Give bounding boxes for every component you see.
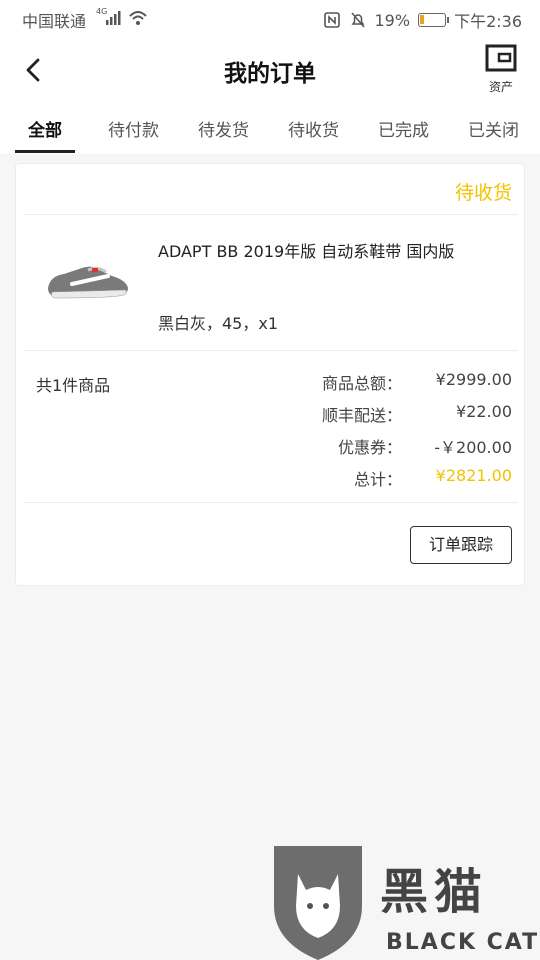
summary-row-total: 总计： ¥2821.00 — [272, 466, 512, 490]
mute-bell-icon — [350, 12, 365, 28]
page-title: 我的订单 — [224, 61, 316, 87]
total-value: ¥2821.00 — [435, 466, 512, 485]
summary-label: 商品总额： — [321, 374, 402, 393]
summary-value: ¥2999.00 — [435, 370, 512, 389]
divider — [24, 214, 518, 215]
tab-pending-receipt[interactable]: 待收货 — [288, 116, 339, 141]
signal-wifi-icon: 4G — [96, 7, 147, 25]
summary-row-shipping: 顺丰配送： ¥22.00 — [272, 402, 512, 426]
product-spec: 黑白灰，45，x1 — [158, 314, 279, 333]
black-cat-logo-icon — [274, 846, 362, 960]
summary-label: 顺丰配送： — [321, 406, 402, 425]
watermark-cn: 黑猫 — [380, 864, 489, 920]
summary-label: 优惠券： — [337, 438, 402, 457]
nfc-icon — [323, 12, 340, 28]
tab-all[interactable]: 全部 — [28, 116, 62, 141]
carrier-label: 中国联通 — [22, 12, 87, 31]
order-status: 待收货 — [454, 182, 512, 204]
watermark-en: BLACK CAT — [386, 930, 540, 955]
header: 我的订单 资产 — [0, 36, 540, 104]
tab-completed[interactable]: 已完成 — [378, 116, 429, 141]
product-image[interactable] — [42, 246, 132, 308]
wallet-icon — [485, 44, 517, 72]
order-tabs: 全部 待付款 待发货 待收货 已完成 已关闭 — [0, 104, 540, 154]
tab-closed[interactable]: 已关闭 — [468, 116, 519, 141]
status-right: 19% 下午2:36 — [323, 8, 522, 32]
watermark: 黑猫 BLACK CAT — [268, 846, 540, 960]
order-card[interactable]: 待收货 ADAPT BB 2019年版 自动系鞋带 国内版 黑白灰，45，x1 … — [15, 163, 525, 586]
item-count: 共1件商品 — [36, 376, 111, 395]
divider — [24, 350, 518, 351]
product-name[interactable]: ADAPT BB 2019年版 自动系鞋带 国内版 — [158, 238, 454, 262]
asset-label: 资产 — [488, 80, 513, 94]
clock: 下午2:36 — [454, 12, 522, 31]
summary-label: 总计： — [353, 470, 402, 489]
status-bar: 中国联通 4G 19% 下午2:36 — [0, 0, 540, 36]
divider — [24, 502, 518, 503]
summary-row-subtotal: 商品总额： ¥2999.00 — [272, 370, 512, 394]
summary-value: -￥200.00 — [434, 438, 512, 457]
battery-percent: 19% — [374, 10, 411, 30]
tab-pending-shipment[interactable]: 待发货 — [198, 116, 249, 141]
active-tab-indicator — [15, 150, 75, 153]
track-order-button[interactable]: 订单跟踪 — [410, 526, 512, 564]
battery-icon — [418, 13, 450, 27]
summary-row-coupon: 优惠券： -￥200.00 — [272, 434, 512, 458]
asset-button[interactable]: 资产 — [484, 44, 518, 95]
network-label: 4G — [96, 7, 107, 16]
tab-pending-payment[interactable]: 待付款 — [108, 116, 159, 141]
summary-value: ¥22.00 — [456, 402, 512, 421]
